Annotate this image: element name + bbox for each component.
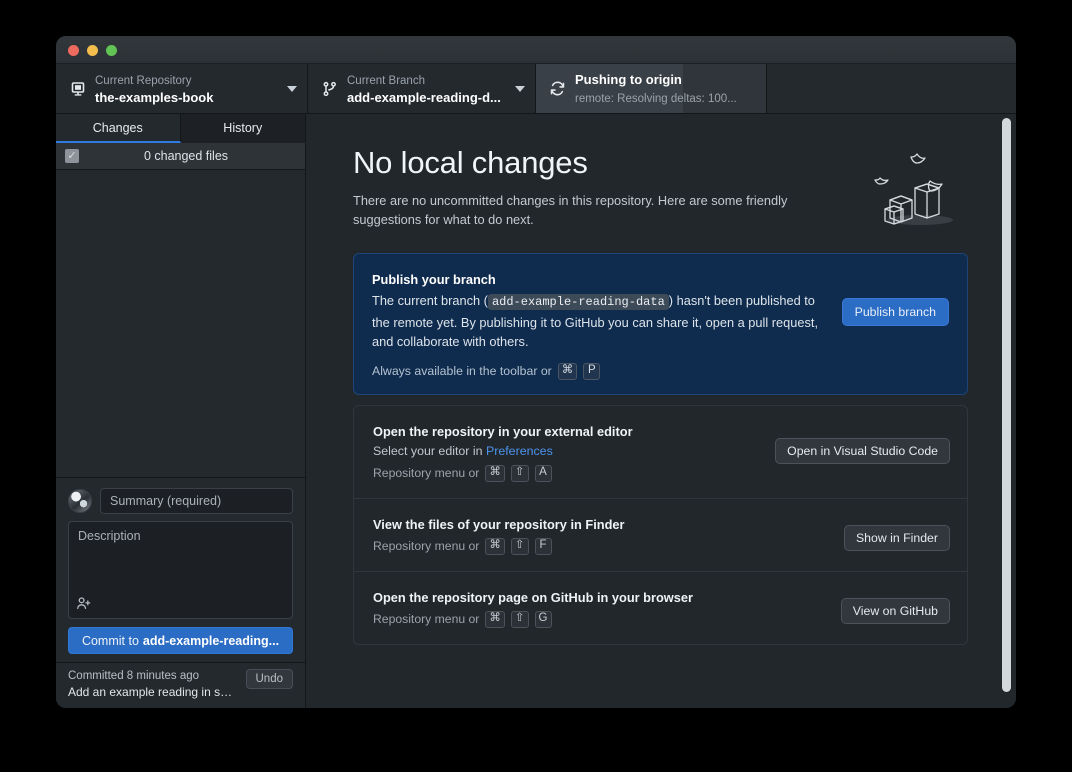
command-key-icon: ⌘ bbox=[558, 363, 578, 380]
sidebar: Changes History ✓ 0 changed files Summar… bbox=[56, 114, 306, 708]
suggestion-title: Open the repository in your external edi… bbox=[373, 422, 761, 441]
current-repository-dropdown[interactable]: Current Repository the-examples-book bbox=[56, 64, 308, 113]
sync-icon bbox=[549, 80, 566, 97]
current-branch-dropdown[interactable]: Current Branch add-example-reading-d... bbox=[308, 64, 536, 113]
publish-hint-text: Always available in the toolbar or bbox=[372, 364, 552, 378]
main-content: No local changes There are no uncommitte… bbox=[306, 114, 1016, 708]
current-branch-text: Current Branch add-example-reading-d... bbox=[347, 71, 502, 107]
suggestion-shortcut-hint: Repository menu or ⌘ ⇧ G bbox=[373, 611, 827, 628]
suggestion-row-external-editor: Open the repository in your external edi… bbox=[354, 406, 967, 499]
commit-summary-row: Summary (required) bbox=[68, 488, 293, 514]
suggestion-row-view-on-github: Open the repository page on GitHub in yo… bbox=[354, 572, 967, 644]
shift-key-icon: ⇧ bbox=[511, 538, 529, 555]
changed-files-header[interactable]: ✓ 0 changed files bbox=[56, 143, 305, 170]
select-all-checkbox[interactable]: ✓ bbox=[65, 149, 79, 163]
page-title: No local changes bbox=[353, 144, 858, 182]
preferences-link[interactable]: Preferences bbox=[486, 444, 553, 458]
add-coauthor-icon[interactable] bbox=[76, 596, 91, 613]
suggestion-title: View the files of your repository in Fin… bbox=[373, 515, 830, 534]
tab-changes[interactable]: Changes bbox=[56, 114, 181, 143]
a-key-icon: A bbox=[535, 465, 552, 482]
repository-icon bbox=[70, 81, 86, 97]
maximize-window-button[interactable] bbox=[106, 45, 117, 56]
shift-key-icon: ⇧ bbox=[511, 465, 529, 482]
sidebar-tabs: Changes History bbox=[56, 114, 305, 143]
undo-button[interactable]: Undo bbox=[246, 669, 294, 689]
github-desktop-window: Current Repository the-examples-book bbox=[56, 36, 1016, 708]
push-status-detail: remote: Resolving deltas: 100... bbox=[575, 93, 737, 105]
command-key-icon: ⌘ bbox=[485, 538, 505, 555]
p-key-icon: P bbox=[583, 363, 600, 380]
commit-summary-input[interactable]: Summary (required) bbox=[100, 488, 293, 514]
commit-to-branch-button[interactable]: Commit to add-example-reading... bbox=[68, 627, 293, 654]
commit-description-input[interactable]: Description bbox=[68, 521, 293, 619]
chevron-down-icon bbox=[515, 86, 525, 92]
changed-files-count: 0 changed files bbox=[79, 149, 305, 163]
chevron-down-icon bbox=[287, 86, 297, 92]
f-key-icon: F bbox=[535, 538, 552, 555]
commit-button-prefix: Commit to bbox=[82, 634, 139, 648]
suggestion-shortcut-hint: Repository menu or ⌘ ⇧ F bbox=[373, 538, 830, 555]
current-branch-label: Current Branch bbox=[347, 75, 425, 87]
scrollbar-thumb[interactable] bbox=[1002, 118, 1011, 692]
suggestion-subtitle: Select your editor in Preferences bbox=[373, 442, 761, 461]
publish-branch-text: Publish your branch The current branch (… bbox=[372, 270, 828, 380]
window-titlebar bbox=[56, 36, 1016, 64]
suggestion-hint-text: Repository menu or bbox=[373, 612, 479, 626]
last-commit-undo-bar: Committed 8 minutes ago Add an example r… bbox=[56, 662, 305, 708]
publish-branch-button[interactable]: Publish branch bbox=[842, 298, 949, 326]
publish-body-part1: The current branch ( bbox=[372, 293, 488, 308]
minimize-window-button[interactable] bbox=[87, 45, 98, 56]
branch-icon bbox=[322, 81, 338, 97]
close-window-button[interactable] bbox=[68, 45, 79, 56]
current-branch-value: add-example-reading-d... bbox=[347, 90, 501, 105]
suggestion-shortcut-hint: Repository menu or ⌘ ⇧ A bbox=[373, 465, 761, 482]
open-in-visual-studio-code-button[interactable]: Open in Visual Studio Code bbox=[775, 438, 950, 464]
publish-shortcut-hint: Always available in the toolbar or ⌘ P bbox=[372, 363, 828, 380]
branch-name-chip: add-example-reading-data bbox=[488, 294, 669, 310]
commit-button-branch: add-example-reading... bbox=[143, 634, 279, 648]
app-toolbar: Current Repository the-examples-book bbox=[56, 64, 1016, 114]
publish-branch-body: The current branch (add-example-reading-… bbox=[372, 291, 828, 352]
last-commit-message: Add an example reading in semi-... bbox=[68, 684, 238, 700]
suggestion-text: Open the repository page on GitHub in yo… bbox=[373, 588, 827, 628]
shift-key-icon: ⇧ bbox=[511, 611, 529, 628]
suggestion-row-show-in-finder: View the files of your repository in Fin… bbox=[354, 499, 967, 572]
current-repository-label: Current Repository bbox=[95, 75, 192, 87]
view-on-github-button[interactable]: View on GitHub bbox=[841, 598, 950, 624]
push-status-text: Pushing to origin remote: Resolving delt… bbox=[575, 71, 756, 107]
suggestion-sub-prefix: Select your editor in bbox=[373, 444, 486, 458]
suggestion-text: View the files of your repository in Fin… bbox=[373, 515, 830, 555]
screenshot-root: Current Repository the-examples-book bbox=[0, 0, 1072, 772]
suggestion-title: Open the repository page on GitHub in yo… bbox=[373, 588, 827, 607]
suggestion-list: Open the repository in your external edi… bbox=[353, 405, 968, 645]
suggestion-text: Open the repository in your external edi… bbox=[373, 422, 761, 482]
tab-history[interactable]: History bbox=[181, 114, 306, 143]
show-in-finder-button[interactable]: Show in Finder bbox=[844, 525, 950, 551]
last-commit-text: Committed 8 minutes ago Add an example r… bbox=[68, 669, 238, 700]
window-body: Changes History ✓ 0 changed files Summar… bbox=[56, 114, 1016, 708]
push-status-title: Pushing to origin bbox=[575, 72, 682, 87]
current-repository-value: the-examples-book bbox=[95, 90, 213, 105]
commit-description-placeholder: Description bbox=[78, 529, 141, 543]
command-key-icon: ⌘ bbox=[485, 611, 505, 628]
last-commit-time: Committed 8 minutes ago bbox=[68, 669, 238, 684]
push-status-button[interactable]: Pushing to origin remote: Resolving delt… bbox=[536, 64, 767, 113]
avatar bbox=[68, 489, 92, 513]
main-scrollbar[interactable] bbox=[1002, 118, 1011, 704]
changed-files-list[interactable] bbox=[56, 170, 305, 477]
current-repository-text: Current Repository the-examples-book bbox=[95, 71, 274, 107]
suggestion-hint-text: Repository menu or bbox=[373, 466, 479, 480]
publish-branch-title: Publish your branch bbox=[372, 270, 828, 289]
hero-section: No local changes There are no uncommitte… bbox=[353, 144, 968, 229]
g-key-icon: G bbox=[535, 611, 552, 628]
suggestion-hint-text: Repository menu or bbox=[373, 539, 479, 553]
page-subtitle: There are no uncommitted changes in this… bbox=[353, 191, 858, 229]
commit-form: Summary (required) Description bbox=[56, 477, 305, 662]
command-key-icon: ⌘ bbox=[485, 465, 505, 482]
publish-branch-card: Publish your branch The current branch (… bbox=[353, 253, 968, 395]
boxes-and-birds-illustration bbox=[872, 148, 958, 228]
main-inner: No local changes There are no uncommitte… bbox=[306, 144, 1016, 645]
